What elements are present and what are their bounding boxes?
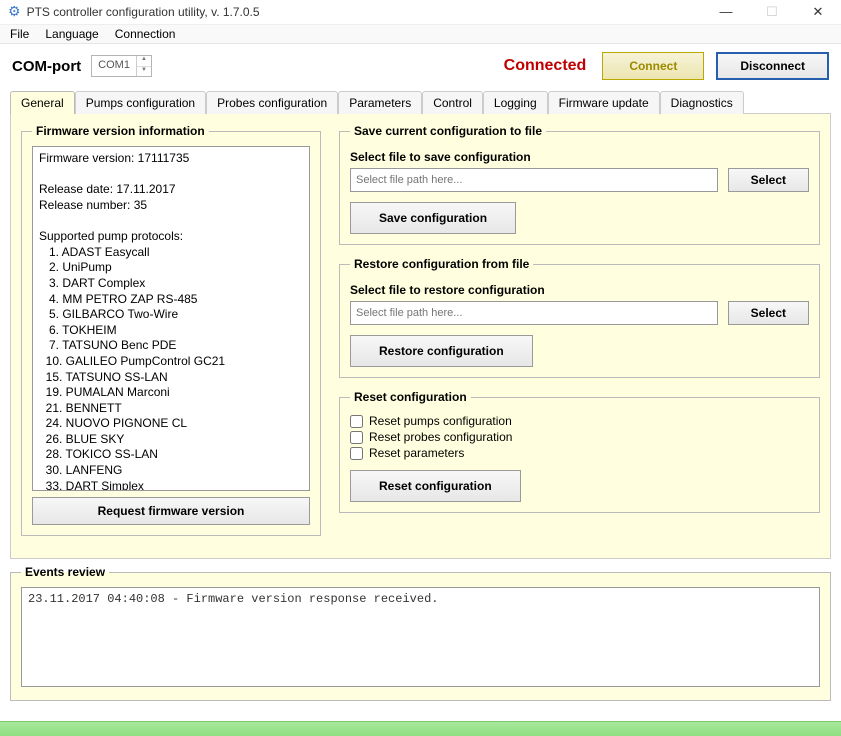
tab-pumps-configuration[interactable]: Pumps configuration: [75, 91, 206, 114]
tab-general[interactable]: General: [10, 91, 75, 114]
save-config-select-button[interactable]: Select: [728, 168, 809, 192]
reset-config-button[interactable]: Reset configuration: [350, 470, 521, 502]
disconnect-button[interactable]: Disconnect: [716, 52, 829, 80]
events-section: Events review: [10, 565, 831, 713]
tab-logging[interactable]: Logging: [483, 91, 548, 114]
tab-content: Firmware version information Request fir…: [10, 113, 831, 559]
events-group: Events review: [10, 565, 831, 701]
comport-value: COM1: [92, 56, 137, 76]
save-config-legend: Save current configuration to file: [350, 124, 546, 138]
reset-probes-checkbox[interactable]: [350, 431, 363, 444]
tab-diagnostics[interactable]: Diagnostics: [660, 91, 744, 114]
tab-firmware-update[interactable]: Firmware update: [548, 91, 660, 114]
close-button[interactable]: ✕: [803, 4, 833, 20]
spinner-buttons[interactable]: ▲ ▼: [137, 56, 151, 76]
reset-probes-row[interactable]: Reset probes configuration: [350, 430, 809, 444]
restore-config-label: Select file to restore configuration: [350, 283, 809, 297]
reset-params-label: Reset parameters: [369, 446, 464, 460]
save-config-path-input[interactable]: [350, 168, 718, 192]
window-controls: — ☐ ✕: [711, 4, 833, 20]
save-config-label: Select file to save configuration: [350, 150, 809, 164]
events-legend: Events review: [21, 565, 109, 579]
events-text[interactable]: [21, 587, 820, 687]
window-title: PTS controller configuration utility, v.…: [27, 5, 711, 19]
restore-config-select-button[interactable]: Select: [728, 301, 809, 325]
reset-config-group: Reset configuration Reset pumps configur…: [339, 390, 820, 513]
firmware-info-group: Firmware version information Request fir…: [21, 124, 321, 536]
reset-probes-label: Reset probes configuration: [369, 430, 512, 444]
right-column: Save current configuration to file Selec…: [339, 124, 820, 548]
comport-label: COM-port: [12, 58, 81, 75]
request-firmware-button[interactable]: Request firmware version: [32, 497, 310, 525]
top-bar: COM-port COM1 ▲ ▼ Connected Connect Disc…: [0, 44, 841, 90]
app-gear-icon: ⚙: [8, 3, 21, 20]
comport-spinner[interactable]: COM1 ▲ ▼: [91, 55, 152, 77]
connect-button[interactable]: Connect: [602, 52, 704, 80]
left-column: Firmware version information Request fir…: [21, 124, 321, 548]
tab-strip: General Pumps configuration Probes confi…: [0, 91, 841, 114]
chevron-up-icon[interactable]: ▲: [137, 56, 151, 67]
tab-probes-configuration[interactable]: Probes configuration: [206, 91, 338, 114]
restore-config-path-input[interactable]: [350, 301, 718, 325]
reset-pumps-row[interactable]: Reset pumps configuration: [350, 414, 809, 428]
reset-params-row[interactable]: Reset parameters: [350, 446, 809, 460]
menu-file[interactable]: File: [10, 27, 29, 41]
menu-language[interactable]: Language: [45, 27, 98, 41]
tab-control[interactable]: Control: [422, 91, 483, 114]
maximize-button[interactable]: ☐: [757, 4, 787, 20]
reset-pumps-checkbox[interactable]: [350, 415, 363, 428]
firmware-info-legend: Firmware version information: [32, 124, 209, 138]
connection-status: Connected: [504, 57, 587, 75]
reset-pumps-label: Reset pumps configuration: [369, 414, 512, 428]
minimize-button[interactable]: —: [711, 4, 741, 20]
restore-config-button[interactable]: Restore configuration: [350, 335, 533, 367]
reset-config-legend: Reset configuration: [350, 390, 471, 404]
save-config-button[interactable]: Save configuration: [350, 202, 516, 234]
restore-config-legend: Restore configuration from file: [350, 257, 533, 271]
save-config-group: Save current configuration to file Selec…: [339, 124, 820, 245]
menu-bar: File Language Connection: [0, 25, 841, 45]
chevron-down-icon[interactable]: ▼: [137, 67, 151, 77]
status-bar: [0, 721, 841, 736]
firmware-info-text[interactable]: [32, 146, 310, 491]
menu-connection[interactable]: Connection: [115, 27, 176, 41]
restore-config-group: Restore configuration from file Select f…: [339, 257, 820, 378]
titlebar: ⚙ PTS controller configuration utility, …: [0, 0, 841, 25]
tab-parameters[interactable]: Parameters: [338, 91, 422, 114]
reset-params-checkbox[interactable]: [350, 447, 363, 460]
